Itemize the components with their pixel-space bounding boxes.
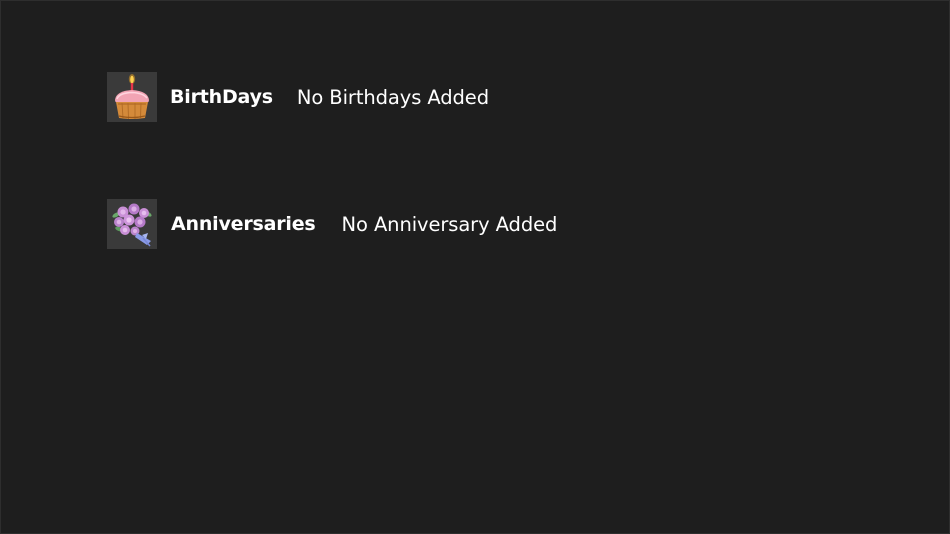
cupcake-icon — [107, 72, 157, 122]
birthdays-title: BirthDays — [170, 86, 273, 108]
anniversaries-title: Anniversaries — [171, 213, 316, 235]
birthdays-section[interactable]: BirthDays No Birthdays Added — [107, 72, 489, 122]
flower-bouquet-icon — [107, 199, 157, 249]
birthdays-status-text: No Birthdays Added — [296, 85, 489, 109]
anniversaries-status-text: No Anniversary Added — [341, 212, 558, 236]
anniversaries-section[interactable]: Anniversaries No Anniversary Added — [107, 199, 557, 249]
